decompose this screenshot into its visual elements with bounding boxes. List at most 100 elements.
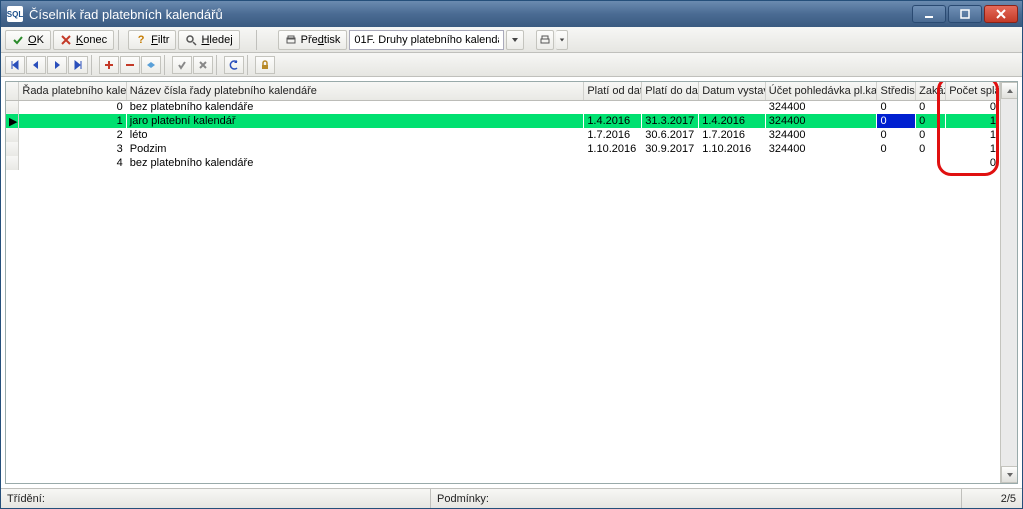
cell-stredisko[interactable]: 0 — [877, 114, 916, 128]
cell-stredisko[interactable] — [877, 156, 916, 170]
cell-zakazka[interactable] — [916, 156, 946, 170]
x-red-icon — [60, 34, 72, 46]
cell-ucet[interactable]: 324400 — [765, 128, 877, 142]
next-record-button[interactable] — [47, 56, 67, 74]
col-header-splatek[interactable]: Počet splátek — [946, 82, 1000, 100]
col-header-vyst[interactable]: Datum vystavení — [699, 82, 766, 100]
first-record-button[interactable] — [5, 56, 25, 74]
table-row[interactable]: ▶1jaro platební kalendář1.4.201631.3.201… — [6, 114, 1000, 128]
lock-button[interactable] — [255, 56, 275, 74]
cell-vyst[interactable] — [699, 156, 766, 170]
cell-stredisko[interactable]: 0 — [877, 100, 916, 114]
minimize-button[interactable] — [912, 5, 946, 23]
template-dropdown-button[interactable] — [506, 30, 524, 50]
cell-vyst[interactable] — [699, 100, 766, 114]
cell-vyst[interactable]: 1.4.2016 — [699, 114, 766, 128]
cell-ucet[interactable] — [765, 156, 877, 170]
cell-stredisko[interactable]: 0 — [877, 142, 916, 156]
cell-id[interactable]: 3 — [19, 142, 126, 156]
table-row[interactable]: 0bez platebního kalendáře324400000 — [6, 100, 1000, 114]
last-record-button[interactable] — [68, 56, 88, 74]
delete-record-button[interactable] — [120, 56, 140, 74]
row-marker — [6, 100, 19, 114]
cell-vyst[interactable]: 1.10.2016 — [699, 142, 766, 156]
edit-record-button[interactable] — [141, 56, 161, 74]
app-icon: SQL — [7, 6, 23, 22]
cell-do[interactable]: 31.3.2017 — [642, 114, 699, 128]
col-header-stredisko[interactable]: Středisko — [877, 82, 916, 100]
search-icon — [185, 34, 197, 46]
cell-od[interactable]: 1.4.2016 — [584, 114, 642, 128]
post-record-button[interactable] — [172, 56, 192, 74]
cell-splatek[interactable]: 1 — [946, 128, 1000, 142]
cell-id[interactable]: 0 — [19, 100, 126, 114]
cell-stredisko[interactable]: 0 — [877, 128, 916, 142]
print-dropdown-button[interactable] — [556, 30, 568, 50]
cell-vyst[interactable]: 1.7.2016 — [699, 128, 766, 142]
row-marker: ▶ — [6, 114, 19, 128]
cell-od[interactable]: 1.7.2016 — [584, 128, 642, 142]
column-headers[interactable]: Řada platebního kalendáře Název čísla řa… — [6, 82, 1000, 100]
cell-splatek[interactable]: 1 — [946, 114, 1000, 128]
cell-id[interactable]: 2 — [19, 128, 126, 142]
table-row[interactable]: 2léto1.7.201630.6.20171.7.2016324400001 — [6, 128, 1000, 142]
cell-name[interactable]: jaro platební kalendář — [126, 114, 584, 128]
cell-od[interactable] — [584, 100, 642, 114]
row-marker — [6, 128, 19, 142]
cell-zakazka[interactable]: 0 — [916, 100, 946, 114]
cell-ucet[interactable]: 324400 — [765, 142, 877, 156]
scroll-up-button[interactable] — [1001, 82, 1018, 99]
cell-od[interactable] — [584, 156, 642, 170]
cell-do[interactable] — [642, 100, 699, 114]
cell-od[interactable]: 1.10.2016 — [584, 142, 642, 156]
cell-ucet[interactable]: 324400 — [765, 100, 877, 114]
table-row[interactable]: 3Podzim1.10.201630.9.20171.10.2016324400… — [6, 142, 1000, 156]
cell-id[interactable]: 1 — [19, 114, 126, 128]
cell-splatek[interactable]: 1 — [946, 142, 1000, 156]
titlebar: SQL Číselník řad platebních kalendářů — [1, 1, 1022, 27]
filtr-button[interactable]: ? Filtr — [128, 30, 176, 50]
data-grid[interactable]: Řada platebního kalendáře Název čísla řa… — [5, 81, 1018, 484]
vertical-scrollbar[interactable] — [1000, 82, 1017, 483]
cell-ucet[interactable]: 324400 — [765, 114, 877, 128]
table-row[interactable]: 4bez platebního kalendáře 0 — [6, 156, 1000, 170]
maximize-button[interactable] — [948, 5, 982, 23]
row-marker — [6, 156, 19, 170]
app-window: SQL Číselník řad platebních kalendářů OO… — [0, 0, 1023, 509]
refresh-button[interactable] — [224, 56, 244, 74]
cancel-record-button[interactable] — [193, 56, 213, 74]
konec-button[interactable]: Konec — [53, 30, 114, 50]
cell-do[interactable] — [642, 156, 699, 170]
close-button[interactable] — [984, 5, 1018, 23]
ok-button[interactable]: OOKK — [5, 30, 51, 50]
cell-zakazka[interactable]: 0 — [916, 128, 946, 142]
predtisk-button[interactable]: Předtisk — [278, 30, 348, 50]
print-preview-icon — [285, 34, 297, 46]
cell-do[interactable]: 30.9.2017 — [642, 142, 699, 156]
cell-id[interactable]: 4 — [19, 156, 126, 170]
cell-name[interactable]: léto — [126, 128, 584, 142]
col-header-od[interactable]: Platí od data — [584, 82, 642, 100]
col-header-do[interactable]: Platí do data — [642, 82, 699, 100]
record-nav-toolbar — [1, 53, 1022, 77]
status-bar: Třídění: Podmínky: 2/5 — [1, 488, 1022, 508]
scroll-down-button[interactable] — [1001, 466, 1018, 483]
cell-splatek[interactable]: 0 — [946, 100, 1000, 114]
cell-name[interactable]: bez platebního kalendáře — [126, 100, 584, 114]
col-header-rada[interactable]: Řada platebního kalendáře — [19, 82, 126, 100]
hledej-button[interactable]: Hledej — [178, 30, 239, 50]
col-header-zakazka[interactable]: Zakáz a — [916, 82, 946, 100]
status-podminky: Podmínky: — [431, 489, 962, 508]
cell-name[interactable]: bez platebního kalendáře — [126, 156, 584, 170]
cell-do[interactable]: 30.6.2017 — [642, 128, 699, 142]
col-header-nazev[interactable]: Název čísla řady platebního kalendáře — [126, 82, 584, 100]
insert-record-button[interactable] — [99, 56, 119, 74]
cell-splatek[interactable]: 0 — [946, 156, 1000, 170]
cell-zakazka[interactable]: 0 — [916, 114, 946, 128]
cell-name[interactable]: Podzim — [126, 142, 584, 156]
col-header-ucet[interactable]: Účet pohledávka pl.kalendář — [765, 82, 877, 100]
print-button[interactable] — [536, 30, 554, 50]
prev-record-button[interactable] — [26, 56, 46, 74]
cell-zakazka[interactable]: 0 — [916, 142, 946, 156]
template-select[interactable] — [349, 30, 504, 50]
